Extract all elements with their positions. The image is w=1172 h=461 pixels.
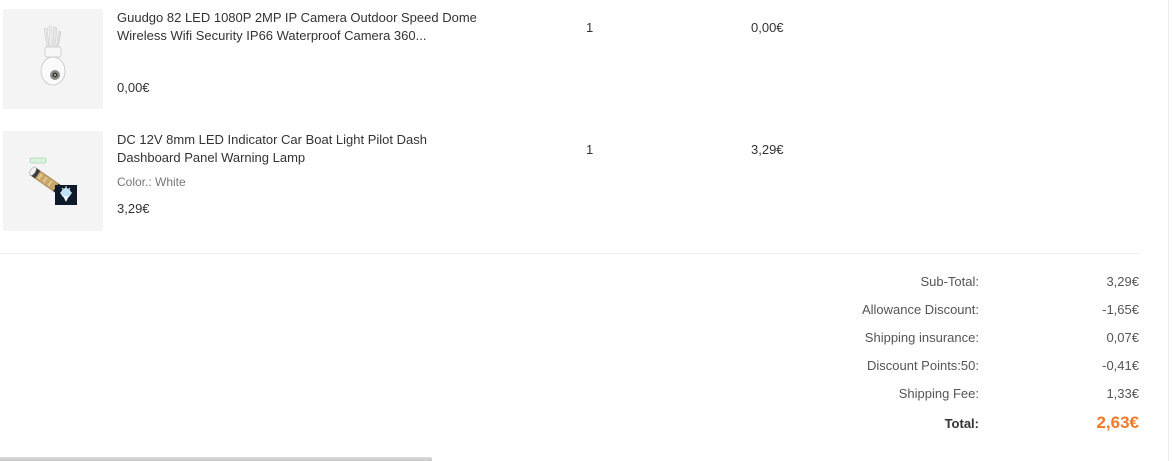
order-item: Guudgo 82 LED 1080P 2MP IP Camera Outdoo…	[0, 0, 1140, 120]
summary-subtotal-row: Sub-Total: 3,29€	[760, 274, 1139, 296]
summary-value: -0,41€	[1102, 358, 1139, 373]
summary-value: 0,07€	[1106, 330, 1139, 345]
product-title[interactable]: DC 12V 8mm LED Indicator Car Boat Light …	[117, 131, 487, 167]
section-divider	[0, 253, 1140, 254]
product-variant: Color.: White	[117, 175, 186, 189]
total-label: Total:	[944, 416, 979, 431]
product-quantity: 1	[586, 142, 594, 157]
product-price: 0,00€	[117, 80, 150, 95]
led-indicator-lamp-image	[29, 157, 77, 205]
right-divider	[1168, 0, 1169, 461]
summary-value: 3,29€	[1106, 274, 1139, 289]
summary-label: Allowance Discount:	[861, 302, 979, 317]
ip-camera-image	[40, 25, 66, 86]
summary-label: Sub-Total:	[920, 274, 979, 289]
summary-label: Shipping Fee:	[898, 386, 979, 401]
summary-total-row: Total: 2,63€	[760, 413, 1139, 439]
order-item: DC 12V 8mm LED Indicator Car Boat Light …	[0, 120, 1140, 245]
product-title[interactable]: Guudgo 82 LED 1080P 2MP IP Camera Outdoo…	[117, 9, 487, 45]
product-image[interactable]	[3, 9, 103, 109]
product-quantity: 1	[586, 20, 594, 35]
product-price: 3,29€	[117, 201, 150, 216]
summary-value: 1,33€	[1106, 386, 1139, 401]
summary-shipping-insurance-row: Shipping insurance: 0,07€	[760, 330, 1139, 352]
product-subtotal: 3,29€	[751, 142, 784, 157]
product-subtotal: 0,00€	[751, 20, 784, 35]
product-image[interactable]	[3, 131, 103, 231]
summary-allowance-discount-row: Allowance Discount: -1,65€	[760, 302, 1139, 324]
summary-discount-points-row: Discount Points:50: -0,41€	[760, 358, 1139, 380]
summary-label: Discount Points:50:	[866, 358, 979, 373]
summary-value: -1,65€	[1102, 302, 1139, 317]
total-value: 2,63€	[1096, 413, 1139, 432]
summary-label: Shipping insurance:	[864, 330, 979, 345]
bottom-panel-edge	[0, 457, 432, 461]
summary-shipping-fee-row: Shipping Fee: 1,33€	[760, 386, 1139, 408]
